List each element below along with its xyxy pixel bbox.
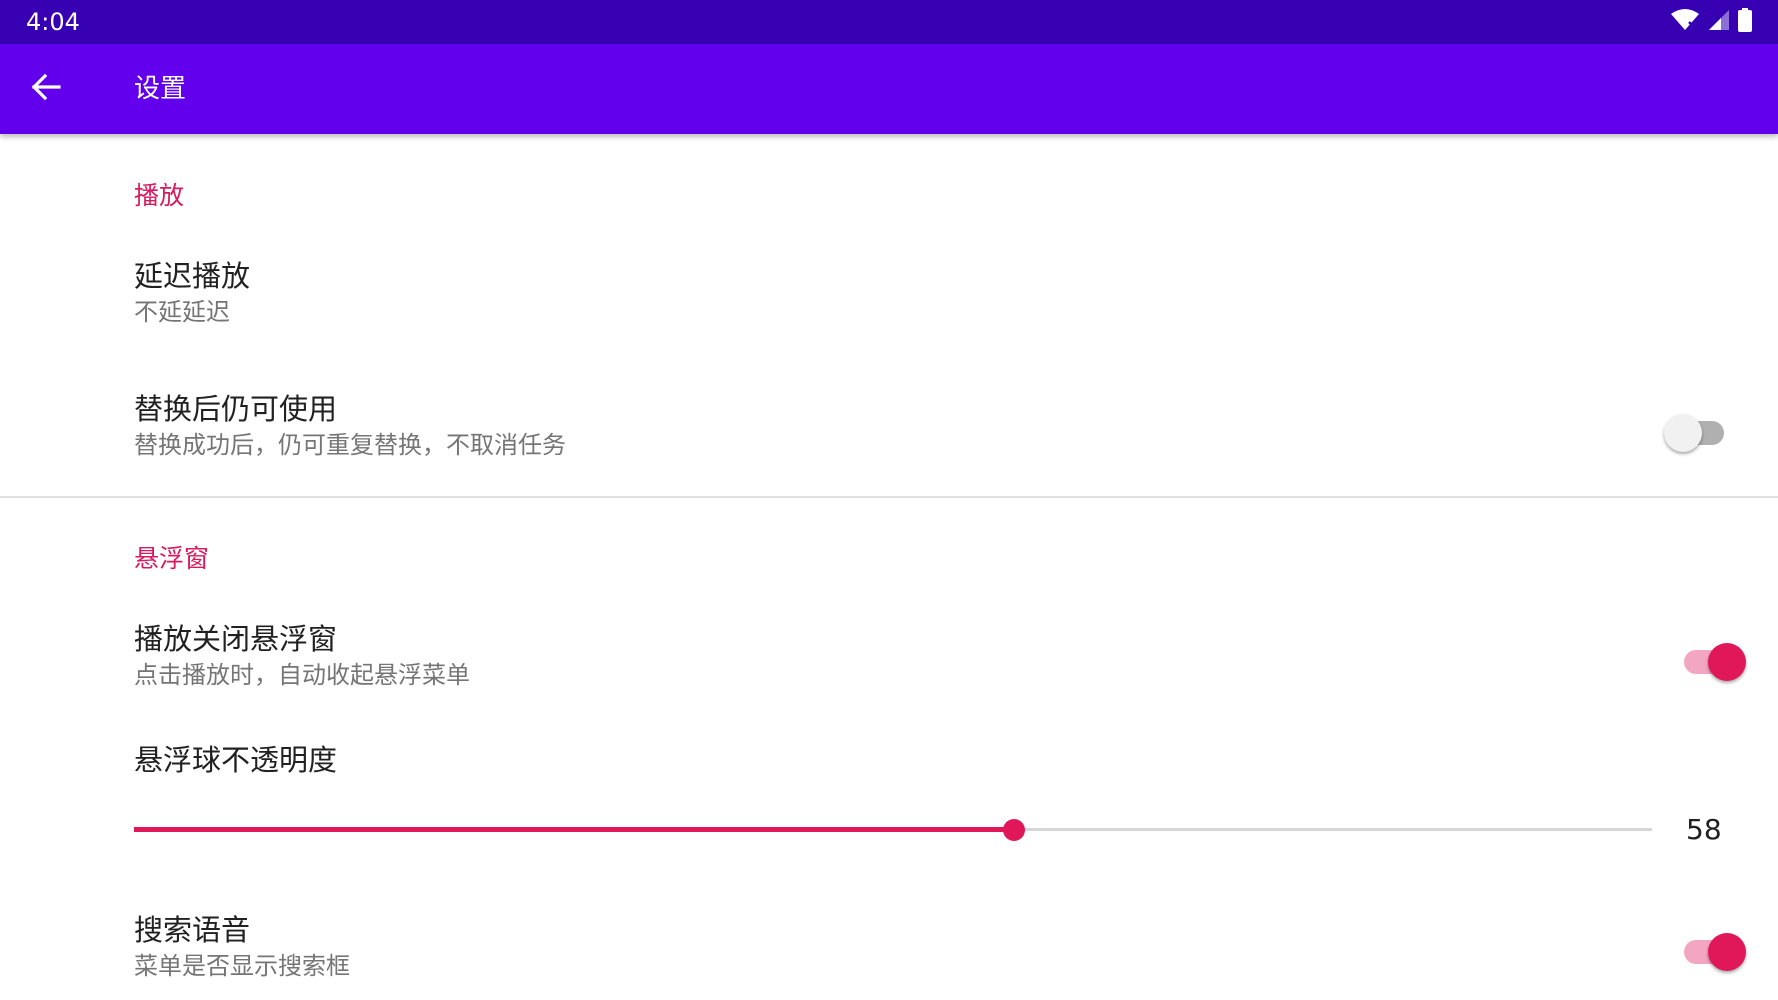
- pref-title: 播放关闭悬浮窗: [134, 622, 338, 656]
- settings-list: 播放 延迟播放 不延延迟 替换后仍可使用 替换成功后，仍可重复替换，不取消任务 …: [0, 134, 1778, 1000]
- close-on-play-switch[interactable]: [1680, 638, 1746, 681]
- back-button[interactable]: [22, 65, 70, 113]
- pref-close-on-play[interactable]: 播放关闭悬浮窗 点击播放时，自动收起悬浮菜单: [0, 609, 1778, 721]
- status-icons: [1670, 8, 1752, 36]
- pref-title: 悬浮球不透明度: [134, 743, 338, 777]
- pref-summary: 不延延迟: [134, 298, 230, 326]
- arrow-left-icon: [30, 71, 62, 107]
- switch-thumb: [1708, 643, 1746, 681]
- category-header-floating-window: 悬浮窗: [134, 544, 210, 573]
- section-divider: [0, 496, 1778, 498]
- pref-summary: 替换成功后，仍可重复替换，不取消任务: [134, 431, 566, 459]
- search-voice-switch[interactable]: [1680, 928, 1746, 971]
- pref-title: 搜索语音: [134, 913, 251, 947]
- wifi-icon: [1670, 8, 1700, 36]
- pref-title: 替换后仍可使用: [134, 392, 338, 426]
- page-title: 设置: [134, 74, 187, 104]
- pref-delay-playback[interactable]: 延迟播放 不延延迟: [0, 244, 1778, 356]
- status-time: 4:04: [26, 8, 80, 36]
- reuse-after-replace-switch[interactable]: [1664, 409, 1728, 452]
- slider-fill: [134, 827, 1015, 832]
- battery-icon: [1738, 8, 1752, 36]
- pref-summary: 菜单是否显示搜索框: [134, 952, 350, 980]
- pref-title: 延迟播放: [134, 259, 251, 293]
- signal-icon: [1708, 9, 1730, 35]
- app-bar: 设置: [0, 44, 1778, 134]
- status-bar: 4:04: [0, 0, 1778, 44]
- category-header-playback: 播放: [134, 181, 185, 210]
- opacity-slider[interactable]: [134, 810, 1652, 850]
- pref-search-voice[interactable]: 搜索语音 菜单是否显示搜索框: [0, 900, 1778, 1000]
- switch-thumb: [1708, 933, 1746, 971]
- opacity-value: 58: [1686, 813, 1722, 846]
- switch-thumb: [1664, 414, 1702, 452]
- pref-reuse-after-replace[interactable]: 替换后仍可使用 替换成功后，仍可重复替换，不取消任务: [0, 379, 1778, 491]
- pref-ball-opacity: 悬浮球不透明度: [0, 734, 1778, 784]
- pref-summary: 点击播放时，自动收起悬浮菜单: [134, 661, 470, 689]
- slider-thumb[interactable]: [1003, 819, 1026, 841]
